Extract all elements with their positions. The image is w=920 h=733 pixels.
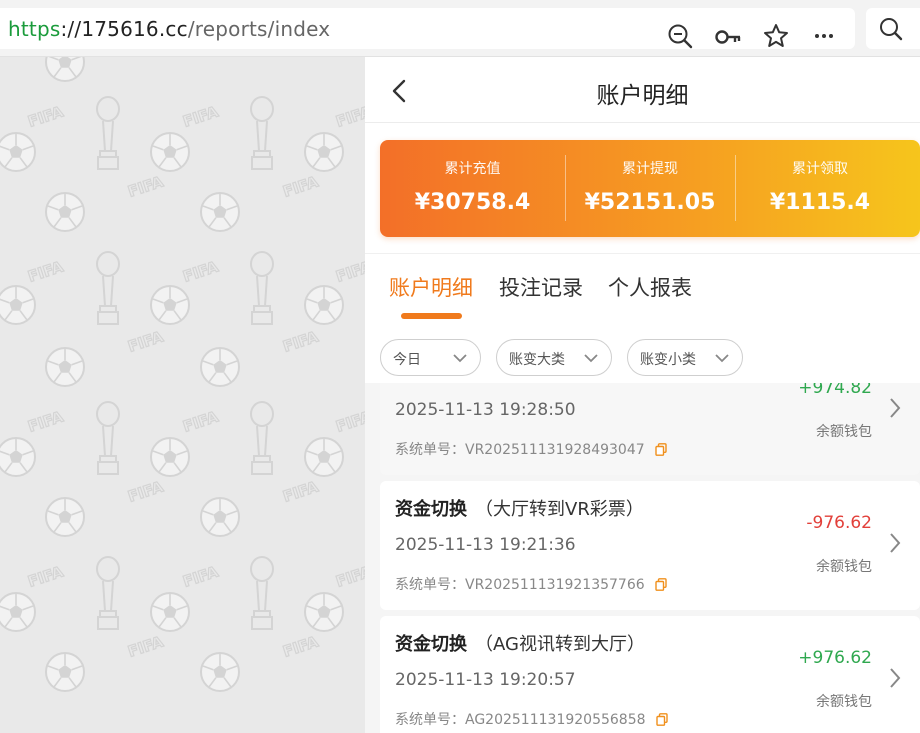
summary-card: 累计充值 ¥30758.4 累计提现 ¥52151.05 累计领取 ¥1115.…: [380, 140, 920, 237]
record-wallet: 余额钱包: [816, 424, 872, 440]
summary-total-deposit: 累计充值 ¥30758.4: [380, 140, 565, 237]
browser-search-box[interactable]: [866, 8, 920, 49]
page-title: 账户明细: [596, 83, 689, 109]
tab-personal-report[interactable]: 个人报表: [608, 272, 692, 302]
list-item[interactable]: 资金切换 （AG视讯转到大厅） 2025-11-13 19:20:57 系统单号：…: [380, 616, 920, 733]
record-time: 2025-11-13 19:21:36: [395, 535, 576, 555]
record-order-number: 系统单号：VR202511131921357766: [395, 574, 667, 594]
record-amount: -976.62: [806, 513, 872, 533]
chevron-down-icon: [715, 354, 729, 363]
summary-total-claimed: 累计领取 ¥1115.4: [735, 140, 905, 237]
chevron-right-icon: [890, 398, 901, 418]
list-item[interactable]: 2025-11-13 19:28:50 系统单号：VR2025111319284…: [380, 383, 920, 475]
zoom-out-icon[interactable]: [666, 22, 694, 50]
record-title: 资金切换 （AG视讯转到大厅）: [395, 634, 645, 655]
filter-subcategory[interactable]: 账变小类: [627, 339, 743, 376]
browser-toolbar: https://175616.cc/reports/index: [0, 0, 920, 57]
active-tab-indicator: [401, 313, 462, 319]
summary-value: ¥30758.4: [414, 190, 531, 215]
url-text[interactable]: https://175616.cc/reports/index: [8, 17, 330, 41]
filter-date[interactable]: 今日: [380, 339, 481, 376]
filter-label: 账变大类: [509, 352, 565, 368]
record-wallet: 余额钱包: [816, 559, 872, 575]
record-title: 资金切换 （大厅转到VR彩票）: [395, 499, 644, 520]
chevron-right-icon: [890, 533, 901, 553]
star-icon[interactable]: [762, 22, 790, 50]
summary-label: 累计领取: [792, 161, 848, 177]
key-icon[interactable]: [714, 22, 742, 50]
address-bar[interactable]: https://175616.cc/reports/index: [0, 8, 855, 49]
record-amount: +974.82: [798, 383, 872, 398]
page-header: 账户明细: [365, 57, 920, 123]
record-list[interactable]: 2025-11-13 19:28:50 系统单号：VR2025111319284…: [365, 383, 920, 733]
more-icon[interactable]: [810, 22, 838, 50]
copy-icon[interactable]: [655, 713, 668, 726]
filter-category[interactable]: 账变大类: [496, 339, 612, 376]
filter-label: 今日: [393, 352, 421, 368]
record-time: 2025-11-13 19:28:50: [395, 400, 576, 420]
record-wallet: 余额钱包: [816, 694, 872, 710]
chevron-right-icon: [890, 668, 901, 688]
tab-account-details[interactable]: 账户明细: [389, 272, 473, 302]
record-order-number: 系统单号：AG202511131920556858: [395, 709, 668, 729]
filter-bar: 今日 账变大类 账变小类: [365, 327, 920, 383]
summary-value: ¥52151.05: [584, 190, 716, 215]
copy-icon[interactable]: [654, 578, 667, 591]
record-amount: +976.62: [798, 648, 872, 668]
record-time: 2025-11-13 19:20:57: [395, 670, 576, 690]
summary-label: 累计充值: [444, 161, 501, 177]
summary-label: 累计提现: [622, 161, 678, 177]
background-pattern: FIFA: [0, 57, 365, 733]
record-order-number: 系统单号：VR20251113192849304​7: [395, 439, 667, 459]
search-icon[interactable]: [878, 16, 904, 42]
copy-icon[interactable]: [654, 443, 667, 456]
list-item[interactable]: 资金切换 （大厅转到VR彩票） 2025-11-13 19:21:36 系统单号：…: [380, 481, 920, 610]
summary-total-withdraw: 累计提现 ¥52151.05: [565, 140, 735, 237]
account-details-panel: 账户明细 累计充值 ¥30758.4 累计提现 ¥52151.05 累计领取 ¥…: [365, 57, 920, 733]
summary-value: ¥1115.4: [769, 190, 871, 215]
chevron-down-icon: [584, 354, 598, 363]
filter-label: 账变小类: [640, 352, 696, 368]
fifa-pattern-icon: FIFA: [0, 57, 365, 692]
tab-bet-records[interactable]: 投注记录: [499, 272, 583, 302]
chevron-down-icon: [453, 354, 467, 363]
tab-bar: 账户明细 投注记录 个人报表: [365, 253, 920, 323]
